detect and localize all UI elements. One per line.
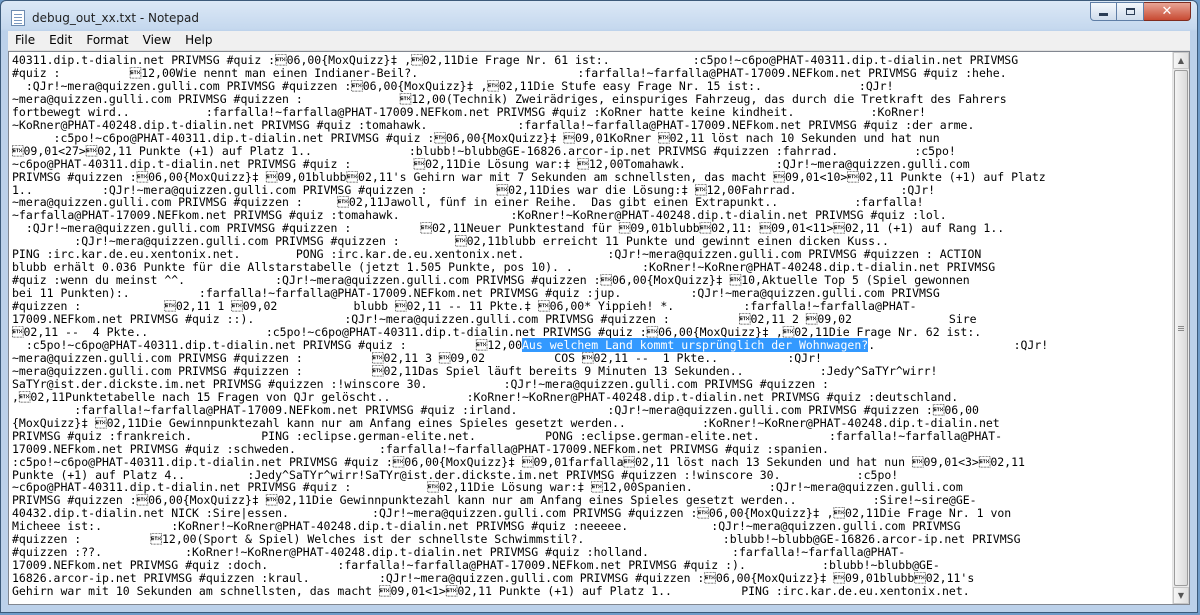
- line-text: bei 11 Punkten):. :farfalla!~farfalla@PH…: [12, 286, 940, 301]
- line-text: 40432.dip.t-dialin.net NICK :Sire|essen.…: [12, 506, 1012, 521]
- line-text: 16826.arcor-ip.net PRIVMSG #quizzen :kra…: [12, 571, 975, 586]
- notepad-window: debug_out_xx.txt - Notepad ✕ File Edit F…: [0, 0, 1198, 613]
- menu-edit[interactable]: Edit: [42, 31, 79, 50]
- scroll-up-arrow-icon[interactable]: ▲: [1173, 52, 1189, 69]
- close-icon: ✕: [1161, 4, 1173, 19]
- line-text: :QJr!~mera@quizzen.gulli.com PRIVMSG #qu…: [12, 221, 1005, 236]
- line-text: ~c6po@PHAT-40311.dip.t-dialin.net PRIVMS…: [12, 156, 970, 171]
- line-text: #quizzen :??. :KoRner!~KoRner@PHAT-40248…: [12, 545, 906, 560]
- line-text: PRIVMSG #quizzen :06,00{MoxQuizz}‡ 02,…: [12, 493, 977, 508]
- line-text: ~KoRner@PHAT-40248.dip.t-dialin.net PRIV…: [12, 117, 975, 132]
- line-text-after-selection: . :QJr!: [868, 337, 1049, 352]
- line-text: #quiz : 12,00Wie nennt man einen Indian…: [12, 65, 1007, 80]
- title-bar[interactable]: debug_out_xx.txt - Notepad ✕: [1, 1, 1197, 31]
- line-text: ~farfalla@PHAT-17009.NEFkom.net PRIVMSG …: [12, 208, 947, 223]
- line-text: {MoxQuizz}‡ 02,11Die Gewinnpunktezahl k…: [12, 415, 1000, 430]
- line-text: 17009.NEFkom.net PRIVMSG #quiz :schweden…: [12, 441, 829, 456]
- notepad-icon: [11, 10, 25, 26]
- line-text: ~mera@quizzen.gulli.com PRIVMSG #quizzen…: [12, 350, 822, 365]
- line-text: SaTYr@ist.der.dickste.im.net PRIVMSG #qu…: [12, 376, 829, 391]
- line-text: ~mera@quizzen.gulli.com PRIVMSG #quizzen…: [12, 91, 1007, 106]
- maximize-icon: [1125, 8, 1135, 15]
- line-text: #quizzen : 02,11 1 09,02 blubb 02,11 …: [12, 299, 917, 314]
- document-text[interactable]: 40311.dip.t-dialin.net PRIVMSG #quiz :0…: [12, 54, 1170, 602]
- line-text: :c5po!~c6po@PHAT-40311.dip.t-dialin.net …: [12, 454, 1025, 469]
- selected-text: Aus welchem Land kommt ursprünglich der …: [522, 337, 869, 352]
- line-text: #quizzen : 12,00(Sport & Spiel) Welches…: [12, 532, 1021, 547]
- scroll-thumb[interactable]: [1174, 70, 1188, 586]
- text-line: Gehirn war mit 10 Sekunden am schnellste…: [12, 585, 1170, 598]
- text-editor[interactable]: 40311.dip.t-dialin.net PRIVMSG #quiz :0…: [8, 51, 1190, 605]
- line-text: ,02,11Punktetabelle nach 15 Fragen von …: [12, 389, 959, 404]
- line-text: ~c6po@PHAT-40311.dip.t-dialin.net PRIVMS…: [12, 480, 963, 495]
- vertical-scrollbar[interactable]: ▲ ▼: [1172, 52, 1189, 604]
- line-text: ~mera@quizzen.gulli.com PRIVMSG #quizzen…: [12, 195, 924, 210]
- line-text: :QJr!~mera@quizzen.gulli.com PRIVMSG #qu…: [12, 234, 889, 249]
- line-text: Micheee ist:. :KoRner!~KoRner@PHAT-40248…: [12, 519, 961, 534]
- line-text: PRIVMSG #quizzen :06,00{MoxQuizz}‡ 09,…: [12, 169, 1046, 184]
- line-text: 02,11 -- 4 Pkte.. :c5po!~c6po@PHAT-4031…: [12, 325, 982, 340]
- menu-view[interactable]: View: [136, 31, 178, 50]
- window-title: debug_out_xx.txt - Notepad: [32, 11, 199, 25]
- menu-file[interactable]: File: [8, 31, 42, 50]
- minimize-icon: [1099, 13, 1108, 16]
- menu-help[interactable]: Help: [178, 31, 219, 50]
- minimize-button[interactable]: [1090, 2, 1117, 21]
- line-text: blubb erhält 0.036 Punkte für die Allsta…: [12, 260, 996, 275]
- line-text: :c5po!~c6po@PHAT-40311.dip.t-dialin.net …: [12, 130, 940, 145]
- line-text: :QJr!~mera@quizzen.gulli.com PRIVMSG #qu…: [12, 78, 894, 93]
- line-text: fortbewegt wird.. :farfalla!~farfalla@PH…: [12, 104, 926, 119]
- line-text: Punkte (+1) auf Platz 4.. :Jedy^SaTYr^wi…: [12, 467, 899, 482]
- line-text: 17009.NEFkom.net PRIVMSG #quiz :doch. :f…: [12, 558, 940, 573]
- maximize-button[interactable]: [1117, 2, 1144, 21]
- line-text: 17009.NEFkom.net PRIVMSG #quiz ::). :QJr…: [12, 312, 977, 327]
- close-button[interactable]: ✕: [1144, 2, 1191, 21]
- line-text: PING :irc.kar.de.eu.xentonix.net. PONG :…: [12, 247, 982, 262]
- window-controls: ✕: [1090, 2, 1191, 21]
- menu-format[interactable]: Format: [79, 31, 135, 50]
- line-text: Gehirn war mit 10 Sekunden am schnellste…: [12, 584, 970, 599]
- line-text: PRIVMSG #quiz :frankreich. PING :eclipse…: [12, 428, 1003, 443]
- line-text: :farfalla!~farfalla@PHAT-17009.NEFkom.ne…: [12, 402, 979, 417]
- line-text: :c5po!~c6po@PHAT-40311.dip.t-dialin.net …: [12, 337, 522, 352]
- line-text: ~mera@quizzen.gulli.com PRIVMSG #quizzen…: [12, 363, 938, 378]
- line-text: 09,01<27>02,11 Punkte (+1) auf Platz 1…: [12, 143, 956, 158]
- menu-bar: File Edit Format View Help: [8, 31, 1190, 51]
- line-text: #quiz :wenn du meinst ^^. :QJr!~mera@qui…: [12, 273, 970, 288]
- line-text: 1.. :QJr!~mera@quizzen.gulli.com PRIVMSG…: [12, 182, 936, 197]
- scroll-down-arrow-icon[interactable]: ▼: [1173, 587, 1189, 604]
